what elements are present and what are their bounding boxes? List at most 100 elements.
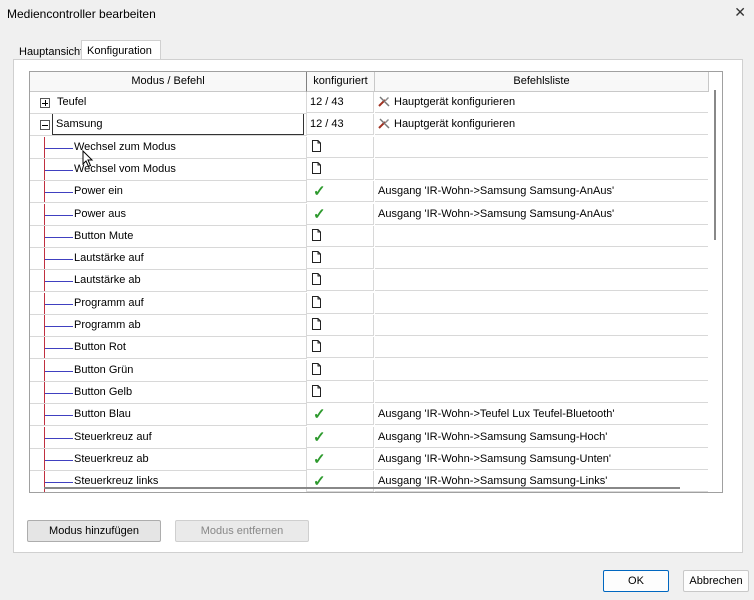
- command-cell[interactable]: Hauptgerät konfigurieren: [375, 114, 708, 136]
- mode-cell[interactable]: Steuerkreuz ab: [30, 448, 307, 471]
- collapse-icon[interactable]: [40, 120, 50, 131]
- mode-cell[interactable]: Lautstärke auf: [30, 248, 307, 271]
- tree-child-row[interactable]: Wechsel vom Modus: [30, 158, 708, 181]
- tree-parent-row[interactable]: Samsung 12 / 43 Hauptgerät konfigurieren: [30, 114, 708, 137]
- tree-line-horizontal: [45, 370, 73, 372]
- tree-line-horizontal: [45, 459, 73, 461]
- horizontal-scrollbar[interactable]: [30, 484, 708, 492]
- command-cell[interactable]: [375, 226, 708, 247]
- configured-status[interactable]: [307, 337, 374, 359]
- configured-status[interactable]: ✓: [307, 404, 374, 426]
- configured-status[interactable]: [307, 158, 374, 180]
- tree-child-row[interactable]: Wechsel zum Modus: [30, 136, 708, 159]
- mode-cell[interactable]: Wechsel zum Modus: [30, 136, 307, 159]
- tree-child-row[interactable]: Power ein ✓ Ausgang 'IR-Wohn->Samsung Sams…: [30, 181, 708, 204]
- command-grid: Modus / Befehl konfiguriert Befehlsliste…: [29, 71, 723, 493]
- remove-mode-button[interactable]: Modus entfernen: [175, 520, 309, 542]
- command-cell[interactable]: Ausgang 'IR-Wohn->Teufel Lux Teufel-Blue…: [375, 404, 708, 426]
- command-cell[interactable]: Hauptgerät konfigurieren: [375, 92, 708, 113]
- tree-child-row[interactable]: Power aus ✓ Ausgang 'IR-Wohn->Samsung Sams…: [30, 203, 708, 226]
- vertical-scrollbar[interactable]: [710, 72, 722, 492]
- tree-child-row[interactable]: Programm ab: [30, 315, 708, 337]
- tree-child-row[interactable]: Programm auf: [30, 292, 708, 315]
- command-cell[interactable]: [375, 360, 708, 381]
- configured-status[interactable]: [307, 248, 374, 270]
- mode-cell[interactable]: Teufel: [30, 92, 307, 114]
- configured-status[interactable]: [307, 381, 374, 403]
- mode-cell[interactable]: Programm auf: [30, 292, 307, 315]
- horizontal-scroll-thumb[interactable]: [44, 487, 680, 489]
- tree-child-row[interactable]: Button Rot: [30, 337, 708, 360]
- vertical-scroll-thumb[interactable]: [714, 90, 716, 240]
- configure-device-link[interactable]: Hauptgerät konfigurieren: [394, 118, 515, 130]
- tree-child-row[interactable]: Steuerkreuz auf ✓ Ausgang 'IR-Wohn->Samsun…: [30, 426, 708, 449]
- command-cell[interactable]: [375, 159, 708, 180]
- tree-child-row[interactable]: Button Gelb: [30, 381, 708, 404]
- mode-cell[interactable]: Wechsel vom Modus: [30, 158, 307, 181]
- column-header-mode[interactable]: Modus / Befehl: [30, 72, 307, 92]
- tree-parent-row[interactable]: Teufel 12 / 43 Hauptgerät konfigurieren: [30, 92, 708, 114]
- tools-icon: [378, 118, 394, 130]
- command-label: Programm ab: [74, 319, 141, 331]
- mode-cell[interactable]: Lautstärke ab: [30, 270, 307, 293]
- document-icon: [312, 295, 321, 308]
- configure-device-link[interactable]: Hauptgerät konfigurieren: [394, 96, 515, 108]
- mode-cell[interactable]: Samsung: [30, 114, 307, 137]
- document-icon: [312, 139, 321, 152]
- configured-status[interactable]: ✓: [307, 181, 374, 203]
- tree-child-row[interactable]: Button Grün: [30, 359, 708, 382]
- mode-cell[interactable]: Power aus: [30, 203, 307, 226]
- mode-cell[interactable]: Button Gelb: [30, 381, 307, 404]
- tree-line-horizontal: [45, 437, 73, 439]
- configured-status[interactable]: [307, 359, 374, 381]
- tree-child-row[interactable]: Lautstärke auf: [30, 248, 708, 271]
- column-header-command-list[interactable]: Befehlsliste: [375, 72, 709, 92]
- configured-status[interactable]: [307, 270, 374, 292]
- mode-cell[interactable]: Steuerkreuz auf: [30, 426, 307, 449]
- cancel-button[interactable]: Abbrechen: [683, 570, 749, 592]
- ok-button[interactable]: OK: [603, 570, 669, 592]
- expand-icon[interactable]: [40, 98, 50, 108]
- command-label: Steuerkreuz auf: [74, 430, 152, 443]
- configured-status[interactable]: [307, 315, 374, 336]
- command-label: Steuerkreuz ab: [74, 452, 149, 465]
- tab-konfiguration[interactable]: Konfiguration: [81, 40, 161, 61]
- command-cell[interactable]: Ausgang 'IR-Wohn->Samsung Samsung-Hoch': [375, 427, 708, 448]
- command-cell[interactable]: Ausgang 'IR-Wohn->Samsung Samsung-Unten': [375, 449, 708, 470]
- command-cell[interactable]: [375, 137, 708, 158]
- tree-line-horizontal: [45, 326, 73, 327]
- tree-child-row[interactable]: Lautstärke ab: [30, 270, 708, 293]
- configured-status[interactable]: [307, 292, 374, 314]
- command-cell[interactable]: [375, 382, 708, 403]
- document-icon: [312, 318, 321, 331]
- configured-status[interactable]: ✓: [307, 426, 374, 448]
- mode-cell[interactable]: Power ein: [30, 181, 307, 204]
- tree-line-horizontal: [45, 281, 73, 283]
- command-cell[interactable]: Ausgang 'IR-Wohn->Samsung Samsung-AnAus': [375, 204, 708, 225]
- mode-cell[interactable]: Button Blau: [30, 404, 307, 427]
- tree-child-row[interactable]: Button Blau ✓ Ausgang 'IR-Wohn->Teufel Lux…: [30, 404, 708, 427]
- command-cell[interactable]: [375, 248, 708, 270]
- command-cell[interactable]: [375, 293, 708, 314]
- command-cell[interactable]: Ausgang 'IR-Wohn->Samsung Samsung-AnAus': [375, 181, 708, 203]
- command-cell[interactable]: [375, 337, 708, 359]
- check-icon: ✓: [313, 428, 326, 446]
- tree-line-horizontal: [45, 192, 73, 194]
- mode-cell[interactable]: Button Grün: [30, 359, 307, 382]
- mode-cell[interactable]: Button Rot: [30, 337, 307, 360]
- close-icon[interactable]: ✕: [734, 4, 746, 21]
- tree-child-row[interactable]: Button Mute: [30, 225, 708, 248]
- configured-status[interactable]: ✓: [307, 448, 374, 470]
- configured-status[interactable]: ✓: [307, 203, 374, 225]
- configured-status[interactable]: [307, 225, 374, 247]
- column-header-configured[interactable]: konfiguriert: [307, 72, 375, 92]
- mode-cell[interactable]: Programm ab: [30, 315, 307, 337]
- command-cell[interactable]: [375, 270, 708, 292]
- mode-cell[interactable]: Button Mute: [30, 225, 307, 248]
- add-mode-button[interactable]: Modus hinzufügen: [27, 520, 161, 542]
- document-icon: [312, 362, 321, 375]
- tree-line-horizontal: [45, 169, 73, 171]
- configured-status[interactable]: [307, 136, 374, 158]
- command-cell[interactable]: [375, 315, 708, 336]
- tree-child-row[interactable]: Steuerkreuz ab ✓ Ausgang 'IR-Wohn->Samsung…: [30, 448, 708, 471]
